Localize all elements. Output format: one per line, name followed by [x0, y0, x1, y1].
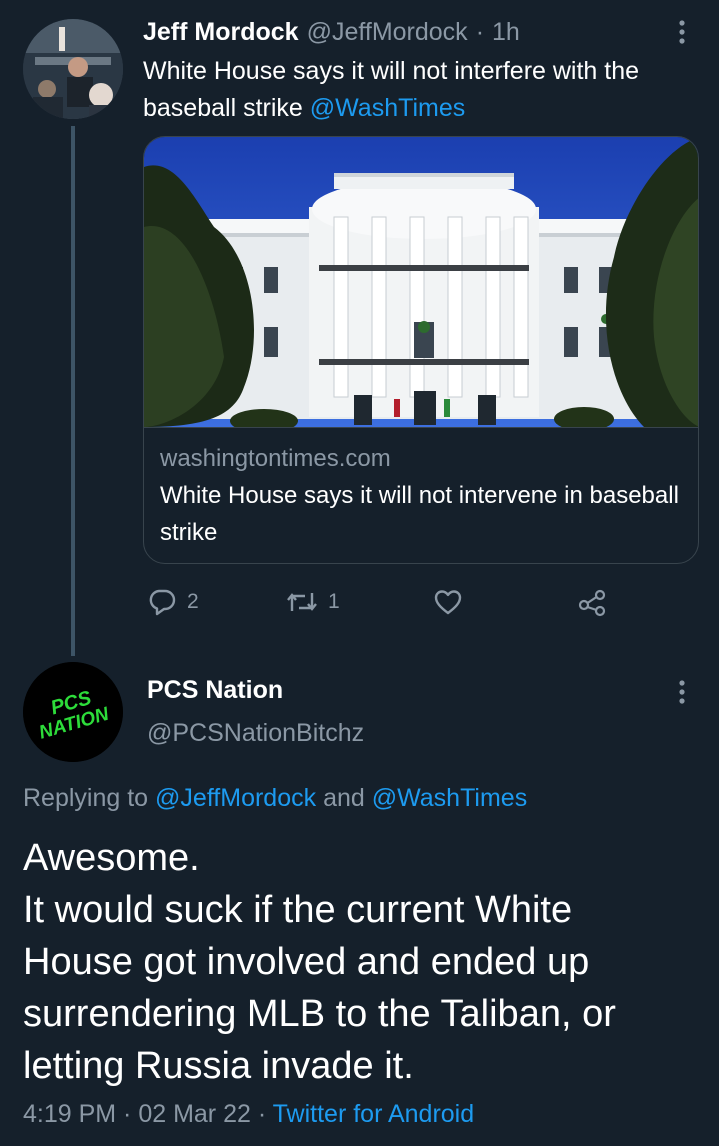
meta-separator: ·: [475, 17, 485, 46]
share-button[interactable]: [577, 584, 607, 620]
footer-dot: ·: [116, 1100, 139, 1128]
replying-mention-2[interactable]: @WashTimes: [372, 784, 527, 812]
thread-connector-line: [71, 126, 75, 656]
like-button[interactable]: [433, 584, 473, 620]
retweet-count: 1: [328, 590, 340, 613]
tweet-time[interactable]: 4:19 PM: [23, 1100, 116, 1128]
card-divider: [144, 427, 698, 428]
like-icon: [434, 590, 462, 615]
reply-text: Awesome. It would suck if the current Wh…: [23, 832, 703, 1092]
author-handle[interactable]: @PCSNationBitchz: [147, 719, 364, 748]
reply-text-line: surrendering MLB to the Taliban, or: [23, 993, 616, 1035]
reply-button[interactable]: 2: [147, 584, 199, 620]
card-title: White House says it will not intervene i…: [160, 482, 679, 546]
link-card[interactable]: washingtontimes.com White House says it …: [143, 136, 699, 564]
author-handle[interactable]: @JeffMordock: [307, 18, 468, 47]
tweet-header: Jeff Mordock @JeffMordock · 1h: [143, 15, 520, 49]
author-name[interactable]: Jeff Mordock: [143, 18, 299, 47]
reply-text-line: letting Russia invade it.: [23, 1045, 414, 1087]
avatar-jeff-mordock[interactable]: [23, 19, 123, 119]
card-image: [144, 137, 698, 427]
retweet-button[interactable]: 1: [286, 584, 340, 620]
reply-text-line: Awesome.: [23, 837, 200, 879]
more-options-icon[interactable]: [674, 18, 690, 48]
tweet-time[interactable]: 1h: [492, 18, 520, 47]
reply-icon: [149, 589, 176, 616]
replying-prefix: Replying to: [23, 784, 156, 812]
share-icon: [578, 589, 606, 617]
footer-dot: ·: [250, 1100, 273, 1128]
more-options-icon[interactable]: [674, 678, 690, 708]
tweet-text: White House says it will not interfere w…: [143, 53, 703, 127]
tweet-thread: Jeff Mordock @JeffMordock · 1h White Hou…: [0, 0, 719, 1146]
card-domain: washingtontimes.com: [160, 445, 391, 472]
retweet-icon: [287, 593, 317, 611]
replying-mention-1[interactable]: @JeffMordock: [155, 784, 316, 812]
reply-text-line: House got involved and ended up: [23, 941, 590, 983]
tweet-client-link[interactable]: Twitter for Android: [273, 1100, 474, 1128]
tweet-date[interactable]: 02 Mar 22: [138, 1100, 251, 1128]
avatar-pcs-nation[interactable]: PCS NATION: [23, 662, 123, 762]
tweet-footer: 4:19 PM · 02 Mar 22 · Twitter for Androi…: [23, 1100, 474, 1129]
author-name[interactable]: PCS Nation: [147, 676, 283, 705]
reply-count: 2: [187, 590, 199, 613]
replying-to: Replying to @JeffMordock and @WashTimes: [23, 784, 527, 813]
tweet-actions: 2 1: [143, 584, 699, 620]
mention-link[interactable]: @WashTimes: [310, 94, 465, 122]
reply-text-line: It would suck if the current White: [23, 889, 573, 931]
replying-and: and: [316, 784, 372, 812]
